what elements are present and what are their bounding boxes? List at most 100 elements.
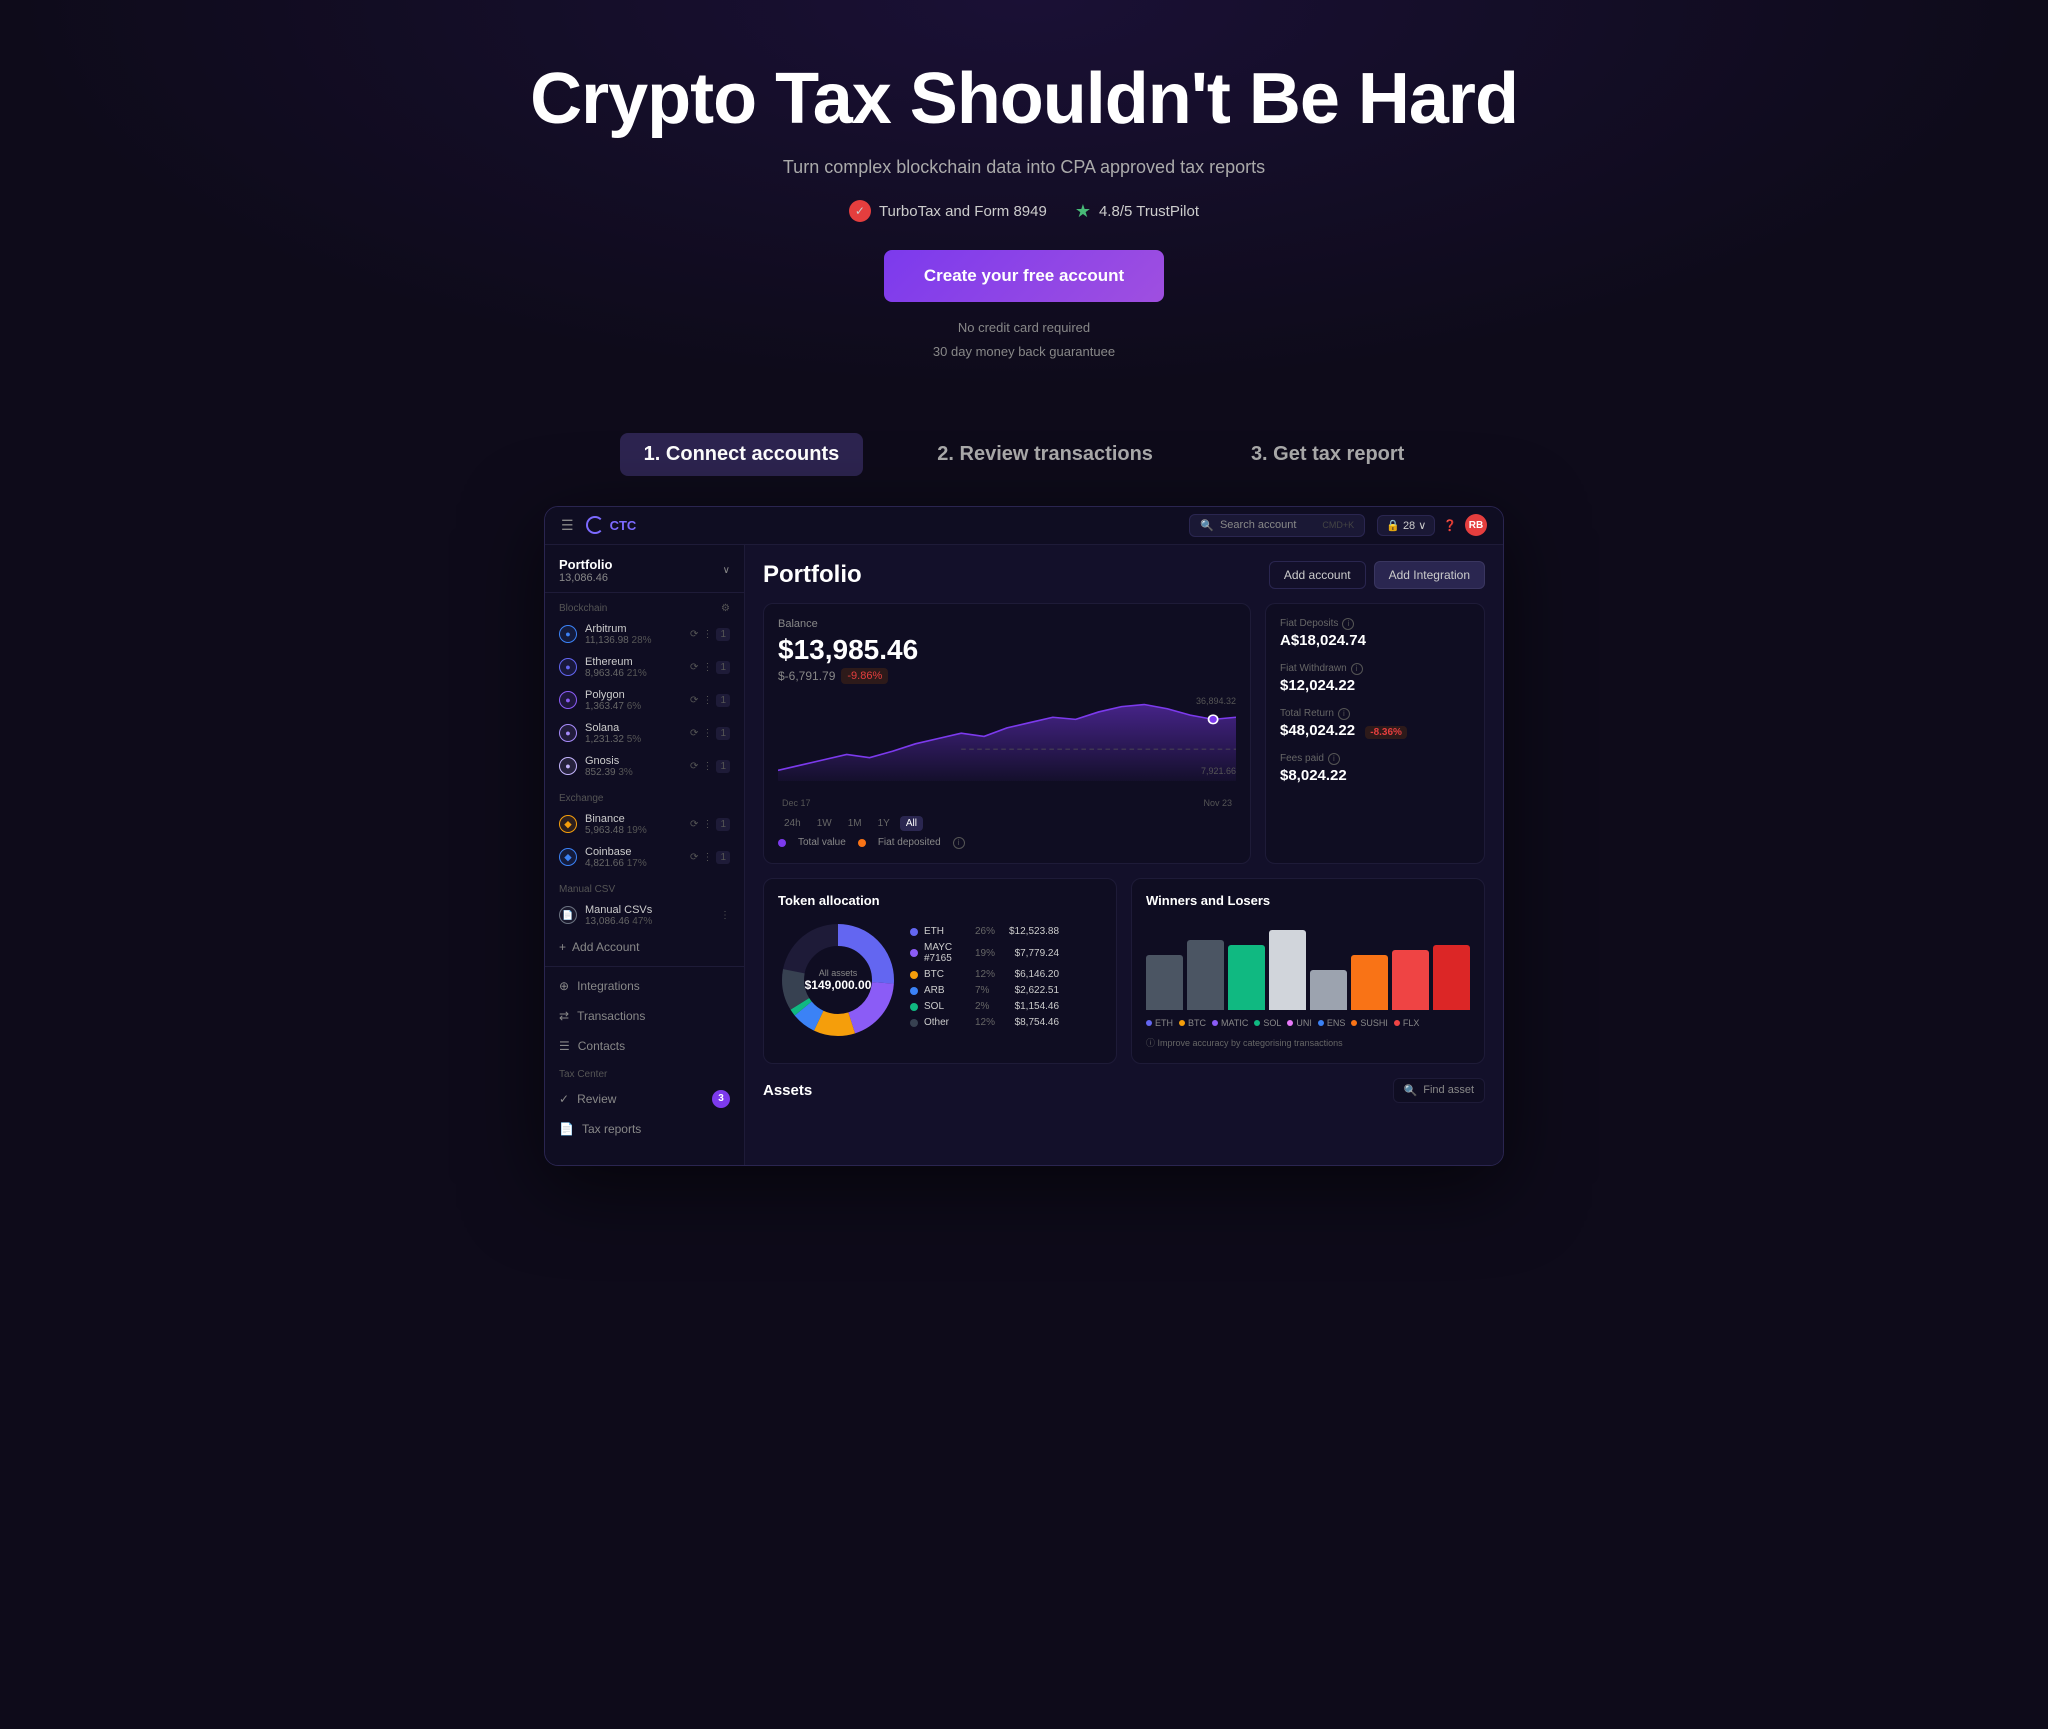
total-return-stat: Total Return i $48,024.22 -8.36% — [1280, 708, 1470, 739]
sidebar-account-item[interactable]: ● Solana 1,231.32 5% ⟳ ⋮ 1 — [545, 717, 744, 750]
sidebar-account-item[interactable]: ● Ethereum 8,963.46 21% ⟳ ⋮ 1 — [545, 651, 744, 684]
token-allocation-card: Token allocation — [763, 878, 1117, 1064]
account-icon: ● — [559, 658, 577, 676]
legend-fiat-dot — [858, 839, 866, 847]
exchange-accounts: ◆ Binance 5,963.48 19% ⟳ ⋮ 1 ◆ Coinbase … — [545, 808, 744, 874]
sidebar-review[interactable]: ✓ Review 3 — [545, 1084, 744, 1114]
sidebar-manual-item[interactable]: 📄 Manual CSVs 13,086.46 47% ⋮ — [545, 899, 744, 932]
sidebar-account-item[interactable]: ● Arbitrum 11,136.98 28% ⟳ ⋮ 1 — [545, 618, 744, 651]
step-3[interactable]: 3. Get tax report — [1227, 433, 1428, 476]
main-content: Portfolio Add account Add Integration Ba… — [745, 545, 1503, 1165]
sync-icon[interactable]: ⟳ — [690, 629, 698, 640]
fiat-withdrawn-info-icon[interactable]: i — [1351, 663, 1363, 675]
sync-icon[interactable]: ⟳ — [690, 662, 698, 673]
more-icon[interactable]: ⋮ — [702, 852, 712, 863]
wl-label-text: MATIC — [1221, 1018, 1248, 1028]
exchange-section-label: Exchange — [545, 783, 744, 808]
blockchain-settings-icon[interactable]: ⚙ — [721, 603, 730, 614]
wl-bar — [1351, 955, 1388, 1010]
sidebar-integrations[interactable]: ⊕ Integrations — [545, 971, 744, 1001]
chart-y-bottom: 7,921.66 — [1201, 766, 1236, 776]
sidebar-contacts[interactable]: ☰ Contacts — [545, 1031, 744, 1061]
blockchain-accounts: ● Arbitrum 11,136.98 28% ⟳ ⋮ 1 ● Ethereu… — [545, 618, 744, 783]
fiat-deposits-stat: Fiat Deposits i A$18,024.74 — [1280, 618, 1470, 649]
steps-section: 1. Connect accounts 2. Review transactio… — [0, 393, 2048, 496]
balance-label: Balance — [778, 618, 1236, 630]
turbotax-icon: ✓ — [849, 200, 871, 222]
time-btn-1m[interactable]: 1M — [842, 816, 868, 831]
wl-label-text: ENS — [1327, 1018, 1346, 1028]
more-icon[interactable]: ⋮ — [702, 761, 712, 772]
sidebar-tax-reports[interactable]: 📄 Tax reports — [545, 1114, 744, 1144]
add-account-button[interactable]: Add account — [1269, 561, 1366, 589]
star-icon: ★ — [1075, 201, 1091, 222]
cta-button[interactable]: Create your free account — [884, 250, 1164, 302]
more-icon[interactable]: ⋮ — [702, 728, 712, 739]
balance-change: $-6,791.79 -9.86% — [778, 668, 1236, 684]
time-btn-all[interactable]: All — [900, 816, 923, 831]
time-btn-1w[interactable]: 1W — [811, 816, 838, 831]
transactions-icon: ⇄ — [559, 1009, 569, 1023]
wallet-count-badge: 🔒 28 ∨ — [1377, 515, 1435, 536]
more-icon[interactable]: ⋮ — [702, 819, 712, 830]
token-alloc-inner: All assets $149,000.00 ETH 26% $12,523.8… — [778, 920, 1102, 1040]
account-info: Binance 5,963.48 19% — [585, 813, 682, 836]
time-btn-24h[interactable]: 24h — [778, 816, 807, 831]
fees-label: Fees paid — [1280, 753, 1324, 764]
chart-legend-info-icon[interactable]: i — [953, 837, 965, 849]
wl-label-item: BTC — [1179, 1018, 1206, 1028]
sidebar-exchange-item[interactable]: ◆ Binance 5,963.48 19% ⟳ ⋮ 1 — [545, 808, 744, 841]
sync-icon[interactable]: ⟳ — [690, 852, 698, 863]
wl-label-text: SOL — [1263, 1018, 1281, 1028]
add-integration-button[interactable]: Add Integration — [1374, 561, 1485, 589]
search-placeholder: Search account — [1220, 519, 1296, 531]
sidebar-transactions[interactable]: ⇄ Transactions — [545, 1001, 744, 1031]
step-2[interactable]: 2. Review transactions — [913, 433, 1177, 476]
fiat-deposits-info-icon[interactable]: i — [1342, 618, 1354, 630]
fees-info-icon[interactable]: i — [1328, 753, 1340, 765]
winners-losers-card: Winners and Losers ETH BTC MATIC SOL UNI… — [1131, 878, 1485, 1064]
sync-icon[interactable]: ⟳ — [690, 695, 698, 706]
logo-spinner-icon — [586, 516, 604, 534]
more-icon[interactable]: ⋮ — [702, 629, 712, 640]
blockchain-section-label: Blockchain ⚙ — [545, 593, 744, 618]
sidebar-account-item[interactable]: ● Gnosis 852.39 3% ⟳ ⋮ 1 — [545, 750, 744, 783]
menu-icon[interactable]: ☰ — [561, 517, 574, 534]
sync-icon[interactable]: ⟳ — [690, 819, 698, 830]
more-icon[interactable]: ⋮ — [702, 662, 712, 673]
legend-total-dot — [778, 839, 786, 847]
sidebar-account-item[interactable]: ● Polygon 1,363.47 6% ⟳ ⋮ 1 — [545, 684, 744, 717]
chart-legend: Total value Fiat deposited i — [778, 837, 1236, 849]
wl-dot — [1287, 1020, 1293, 1026]
turbotax-label: TurboTax and Form 8949 — [879, 203, 1047, 220]
wl-label-item: SOL — [1254, 1018, 1281, 1028]
chart-y-top: 36,894.32 — [1196, 696, 1236, 706]
tx-count: 1 — [716, 818, 730, 831]
more-icon[interactable]: ⋮ — [720, 910, 730, 921]
integrations-icon: ⊕ — [559, 979, 569, 993]
tx-count: 1 — [716, 727, 730, 740]
sync-icon[interactable]: ⟳ — [690, 728, 698, 739]
account-info: Manual CSVs 13,086.46 47% — [585, 904, 712, 927]
legend-fiat: Fiat deposited — [878, 837, 941, 848]
wl-bar — [1433, 945, 1470, 1010]
dashboard-wrapper: ☰ CTC 🔍 Search account CMD+K 🔒 28 ∨ ❓ RB — [0, 496, 2048, 1206]
sidebar-exchange-item[interactable]: ◆ Coinbase 4,821.66 17% ⟳ ⋮ 1 — [545, 841, 744, 874]
exchange-icon: ◆ — [559, 848, 577, 866]
hero-subtitle: Turn complex blockchain data into CPA ap… — [20, 157, 2028, 178]
search-bar[interactable]: 🔍 Search account CMD+K — [1189, 514, 1365, 537]
sidebar-portfolio[interactable]: Portfolio 13,086.46 ∨ — [545, 545, 744, 593]
time-btn-1y[interactable]: 1Y — [872, 816, 896, 831]
total-return-info-icon[interactable]: i — [1338, 708, 1350, 720]
fiat-deposits-label: Fiat Deposits — [1280, 618, 1338, 629]
more-icon[interactable]: ⋮ — [702, 695, 712, 706]
sync-icon[interactable]: ⟳ — [690, 761, 698, 772]
token-name: ETH — [924, 926, 969, 937]
find-asset-search[interactable]: 🔍 Find asset — [1393, 1078, 1485, 1103]
avatar: RB — [1465, 514, 1487, 536]
account-info: Ethereum 8,963.46 21% — [585, 656, 682, 679]
help-icon[interactable]: ❓ — [1443, 519, 1457, 532]
add-account-button[interactable]: + Add Account — [545, 932, 744, 962]
wl-dot — [1212, 1020, 1218, 1026]
step-1[interactable]: 1. Connect accounts — [620, 433, 864, 476]
